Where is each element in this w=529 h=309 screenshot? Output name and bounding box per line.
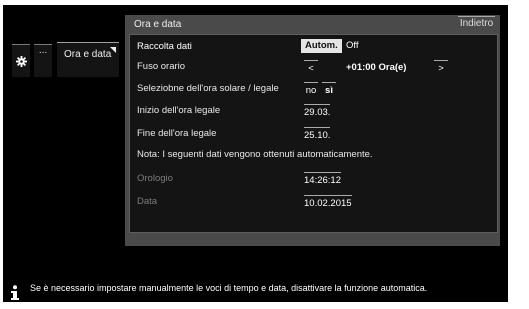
raccolta-label: Raccolta dati [137, 41, 192, 52]
timezone-next-button[interactable]: > [434, 60, 448, 74]
fine-label: Fine dell'ora legale [137, 128, 217, 139]
row-orologio: Orologio 14:26:12 [130, 169, 497, 189]
page-title: Ora e data [134, 19, 182, 30]
data-label: Data [137, 196, 158, 207]
breadcrumb-label: Ora e data [64, 49, 112, 60]
info-message: Se è necessario impostare manualmente le… [30, 283, 428, 293]
corner-arrow-icon [110, 47, 116, 53]
settings-tab[interactable] [12, 44, 30, 77]
more-tab[interactable]: ... [34, 44, 52, 77]
settings-panel: Ora e data Indietro Raccolta dati Autom.… [125, 15, 500, 246]
orologio-value: 14:26:12 [304, 172, 341, 186]
row-fine-ora-legale: Fine dell'ora legale 25.10. [130, 124, 497, 144]
breadcrumb-tab[interactable]: Ora e data [57, 42, 119, 77]
panel-header: Ora e data Indietro [125, 15, 500, 33]
option-no-button[interactable]: no [304, 82, 318, 96]
fine-value[interactable]: 25.10. [304, 127, 331, 141]
settings-list: Raccolta dati Autom. Off Fuso orario < +… [129, 34, 498, 233]
option-autom-button[interactable]: Autom. [301, 39, 342, 53]
row-ora-legale: Seleziobne dell'ora solare / legale no s… [130, 79, 497, 99]
row-raccolta-dati: Raccolta dati Autom. Off [130, 37, 497, 57]
back-button[interactable]: Indietro [458, 16, 495, 31]
screen: ... Ora e data Ora e data Indietro Racco… [3, 5, 508, 302]
orologio-label: Orologio [137, 173, 173, 184]
info-icon [11, 285, 19, 300]
row-data: Data 10.02.2015 [130, 192, 497, 212]
row-inizio-ora-legale: Inizio dell'ora legale 29.03. [130, 101, 497, 121]
auto-note: Nota: I seguenti dati vengono ottenuti a… [137, 149, 373, 160]
timezone-prev-button[interactable]: < [304, 60, 318, 74]
inizio-value[interactable]: 29.03. [304, 104, 331, 118]
gear-icon [15, 55, 27, 67]
data-value: 10.02.2015 [304, 195, 352, 209]
ora-legale-label: Seleziobne dell'ora solare / legale [137, 83, 279, 94]
fuso-label: Fuso orario [137, 61, 186, 72]
inizio-label: Inizio dell'ora legale [137, 105, 221, 116]
option-off-button[interactable]: Off [342, 39, 363, 53]
more-label: ... [38, 45, 48, 56]
option-si-button[interactable]: sì [322, 82, 336, 96]
timezone-value: +01:00 Ora(e) [346, 62, 407, 73]
row-fuso-orario: Fuso orario < +01:00 Ora(e) > [130, 57, 497, 77]
